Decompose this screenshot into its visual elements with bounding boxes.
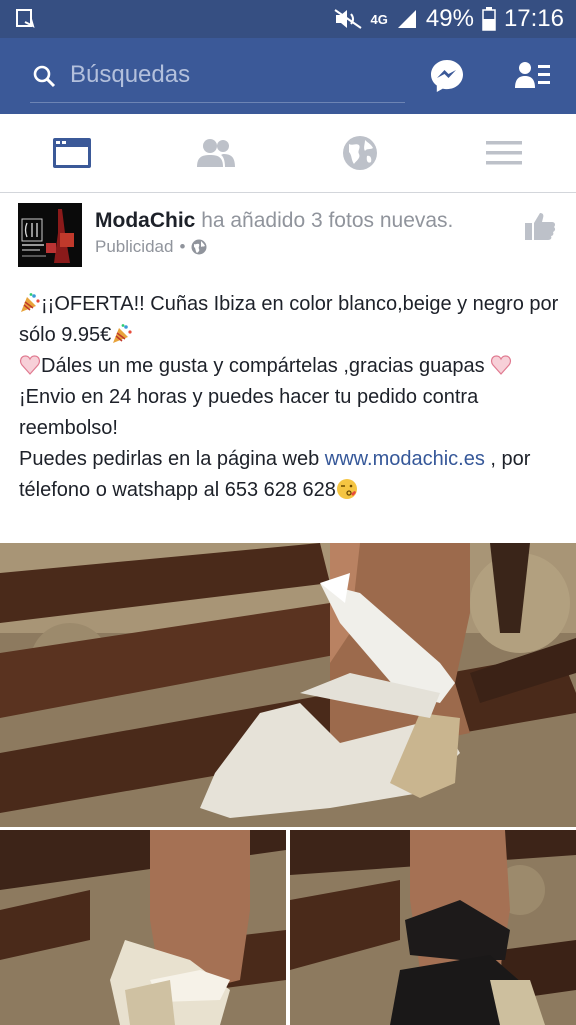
battery-percent: 49% (425, 5, 474, 32)
page-avatar[interactable] (18, 203, 82, 267)
news-feed-icon (53, 138, 91, 168)
post-photo-left[interactable] (0, 830, 286, 1025)
tab-news-feed[interactable] (0, 114, 144, 192)
tab-bar (0, 114, 576, 193)
post-line-order-prefix: Puedes pedirlas en la página web (19, 448, 325, 470)
messenger-icon[interactable] (428, 57, 466, 95)
signal-icon (397, 10, 416, 28)
party-popper-icon (113, 324, 132, 343)
post-line-offer: ¡¡OFERTA!! Cuñas Ibiza en color blanco,b… (19, 293, 559, 346)
mute-icon (333, 9, 362, 29)
post-header: ModaChic ha añadido 3 fotos nuevas. (95, 209, 453, 233)
meta-separator: • (179, 237, 186, 256)
menu-icon (486, 141, 522, 165)
heart-icon (20, 355, 40, 375)
network-type: 4G (370, 11, 388, 27)
globe-icon (343, 136, 377, 170)
tab-friends[interactable] (144, 114, 288, 192)
clock: 17:16 (503, 5, 564, 32)
friend-requests-icon[interactable] (514, 60, 552, 92)
heart-icon (491, 355, 512, 375)
like-icon[interactable] (524, 211, 556, 241)
friends-icon (197, 139, 235, 167)
post-card: ModaChic ha añadido 3 fotos nuevas. Publ… (0, 192, 576, 1025)
search-bar[interactable]: Búsquedas (30, 58, 405, 103)
website-link[interactable]: www.modachic.es (325, 448, 485, 470)
status-bar: 4G 49% 17:16 (0, 0, 576, 38)
post-text: ¡¡OFERTA!! Cuñas Ibiza en color blanco,b… (19, 289, 559, 506)
tab-menu[interactable] (432, 114, 576, 192)
post-line-share: Dáles un me gusta y compártelas ,gracias… (41, 355, 485, 377)
tab-notifications[interactable] (288, 114, 432, 192)
post-photo-right[interactable] (290, 830, 576, 1025)
globe-icon (191, 239, 207, 255)
party-popper-icon (21, 293, 40, 312)
search-input[interactable]: Búsquedas (70, 61, 190, 89)
sponsored-label: Publicidad (95, 237, 174, 256)
notification-icon (16, 9, 35, 28)
post-action-text: ha añadido 3 fotos nuevas. (201, 209, 454, 232)
post-meta: Publicidad • (95, 237, 207, 257)
search-icon (33, 65, 56, 88)
battery-icon (482, 7, 496, 31)
wink-kiss-icon (336, 479, 357, 499)
post-photo-main[interactable] (0, 543, 576, 827)
page-name[interactable]: ModaChic (95, 209, 195, 232)
app-bar: Búsquedas (0, 38, 576, 114)
post-line-shipping: ¡Envio en 24 horas y puedes hacer tu ped… (19, 386, 479, 439)
